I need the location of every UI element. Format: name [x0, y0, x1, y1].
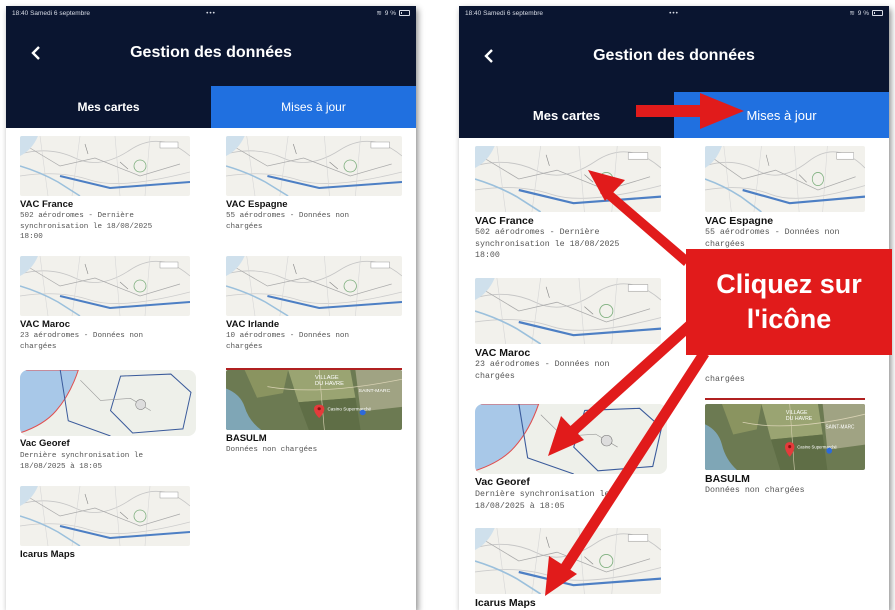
map-card-description: 55 aérodromes - Données non chargées [705, 228, 840, 249]
map-card-vac-espagne[interactable]: VAC Espagne 55 aérodromes - Données non c… [226, 136, 402, 246]
page-title: Gestion des données [130, 44, 292, 61]
map-card-description: Données non chargées [705, 486, 805, 495]
map-thumbnail-icon[interactable] [226, 136, 402, 196]
status-bar: 18:40 Samedi 6 septembre ••• ≋ 9 % [459, 6, 889, 20]
status-bar: 18:40 Samedi 6 septembre ••• ≋ 9 % [6, 6, 416, 20]
header: Gestion des données [459, 20, 889, 92]
map-card-description: Données non chargées [226, 446, 318, 454]
tab-mises-a-jour[interactable]: Mises à jour [674, 92, 889, 138]
wifi-icon: ≋ [376, 10, 382, 17]
chevron-left-icon [31, 46, 40, 60]
status-time: 18:40 Samedi 6 septembre [12, 9, 91, 17]
map-card-title: VAC France [20, 199, 74, 210]
map-card-description: 502 aérodromes - Dernière synchronisatio… [20, 212, 153, 241]
tab-mises-a-jour[interactable]: Mises à jour [211, 86, 416, 128]
svg-text:DU HAVRE: DU HAVRE [786, 416, 813, 422]
section-divider [226, 368, 402, 370]
map-thumbnail-icon[interactable] [475, 146, 661, 212]
map-card-basulm[interactable]: VILLAGE DU HAVRE SAINT-MARC Casino Supermar… [705, 404, 865, 514]
map-card-title: VAC France [475, 215, 534, 227]
map-thumbnail-icon[interactable]: VILLAGE DU HAVRE SAINT-MARC Casino Supermar… [226, 370, 402, 430]
map-card-description: Dernière synchronisation le 18/08/2025 à… [20, 452, 144, 471]
map-thumbnail-icon[interactable] [226, 256, 402, 316]
map-card-vac-maroc[interactable]: VAC Maroc 23 aérodromes - Données non cha… [475, 278, 661, 388]
map-card-title: BASULM [226, 433, 267, 444]
map-thumbnail-icon[interactable] [20, 370, 196, 436]
map-thumbnail-icon[interactable] [475, 528, 661, 594]
map-card-vac-georef[interactable]: Vac Georef Dernière synchronisation le 18… [475, 404, 667, 514]
battery-indicator: ≋ 9 % [849, 9, 883, 17]
map-thumbnail-icon[interactable] [20, 256, 190, 316]
svg-text:SAINT-MARC: SAINT-MARC [359, 388, 391, 394]
map-card-title: Vac Georef [20, 438, 70, 449]
battery-icon [399, 10, 410, 16]
header: Gestion des données [6, 20, 416, 86]
wifi-icon: ≋ [849, 10, 855, 17]
map-card-description: Dernière synchronisation le 18/08/2025 à… [475, 490, 610, 511]
map-card-vac-maroc[interactable]: VAC Maroc 23 aérodromes - Données non cha… [20, 256, 190, 366]
back-button[interactable] [479, 46, 499, 66]
battery-icon [872, 10, 883, 16]
back-button[interactable] [26, 43, 46, 63]
map-thumbnail-icon[interactable]: VILLAGE DU HAVRE SAINT-MARC Casino Supermar… [705, 404, 865, 470]
battery-indicator: ≋ 9 % [376, 9, 410, 17]
page-title: Gestion des données [593, 47, 755, 64]
battery-level: 9 % [384, 9, 396, 17]
map-card-vac-espagne[interactable]: VAC Espagne 55 aérodromes - Données non c… [705, 146, 865, 256]
map-thumbnail-icon[interactable] [475, 278, 661, 344]
map-card-vac-irlande[interactable]: VAC Irlande 10 aérodromes - Données non c… [226, 256, 402, 366]
section-divider [705, 398, 865, 400]
map-thumbnail-icon[interactable] [705, 146, 865, 212]
map-card-vac-georef[interactable]: Vac Georef Dernière synchronisation le 18… [20, 370, 196, 480]
map-card-description: 10 aérodromes - Données non chargées [226, 332, 350, 351]
multitask-dots: ••• [669, 9, 679, 17]
battery-level: 9 % [857, 9, 869, 17]
map-card-title: Icarus Maps [20, 549, 75, 560]
map-thumbnail-icon[interactable] [20, 486, 190, 546]
map-thumbnail-icon[interactable] [475, 404, 667, 474]
partial-card-description: chargées [705, 375, 745, 384]
map-thumbnail-icon[interactable] [20, 136, 190, 196]
multitask-dots: ••• [206, 9, 216, 17]
map-card-title: BASULM [705, 473, 750, 485]
status-time: 18:40 Samedi 6 septembre [465, 9, 544, 17]
map-card-description: 55 aérodromes - Données non chargées [226, 212, 350, 231]
map-card-basulm[interactable]: VILLAGE DU HAVRE SAINT-MARC Casino Supermar… [226, 370, 402, 480]
map-card-title: VAC Espagne [226, 199, 288, 210]
tab-mes-cartes[interactable]: Mes cartes [6, 86, 211, 128]
map-card-icarus-maps[interactable]: Icarus Maps [475, 528, 661, 610]
map-card-description: 502 aérodromes - Dernière synchronisatio… [475, 228, 620, 260]
chevron-left-icon [484, 49, 493, 63]
map-card-title: Icarus Maps [475, 597, 536, 609]
svg-text:DU HAVRE: DU HAVRE [315, 381, 344, 387]
tab-bar: Mes cartes Mises à jour [459, 92, 889, 138]
svg-text:SAINT-MARC: SAINT-MARC [825, 424, 854, 430]
map-card-title: VAC Maroc [20, 319, 70, 330]
tab-mes-cartes[interactable]: Mes cartes [459, 92, 674, 138]
screen-right: 18:40 Samedi 6 septembre ••• ≋ 9 % Gesti… [459, 6, 889, 610]
map-card-description: 23 aérodromes - Données non chargées [20, 332, 144, 351]
map-card-title: Vac Georef [475, 476, 530, 488]
map-card-title: VAC Maroc [475, 347, 531, 359]
map-card-vac-france[interactable]: VAC France 502 aérodromes - Dernière sync… [475, 146, 661, 260]
map-card-vac-france[interactable]: VAC France 502 aérodromes - Dernière sync… [20, 136, 190, 246]
map-card-title: VAC Espagne [705, 215, 774, 227]
map-card-title: VAC Irlande [226, 319, 280, 330]
tab-bar: Mes cartes Mises à jour [6, 86, 416, 128]
map-card-icarus-maps[interactable]: Icarus Maps [20, 486, 190, 596]
map-card-description: 23 aérodromes - Données non chargées [475, 360, 610, 381]
screen-left: 18:40 Samedi 6 septembre ••• ≋ 9 % Gesti… [6, 6, 416, 610]
